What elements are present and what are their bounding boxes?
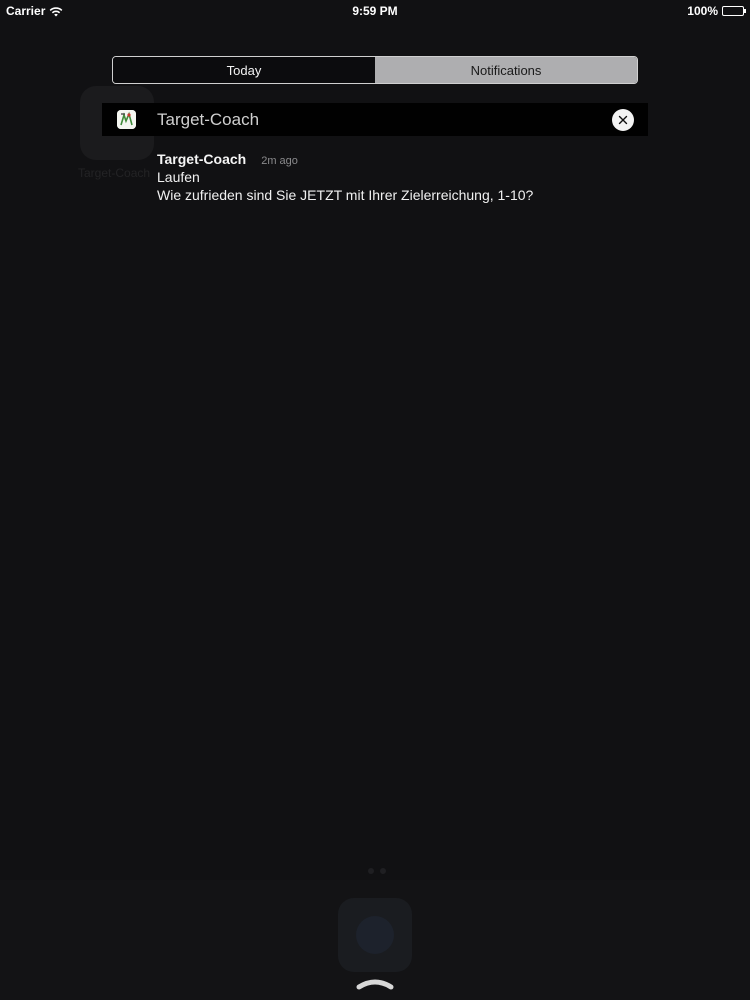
notification-title: Laufen xyxy=(157,169,200,185)
grabber-icon xyxy=(356,979,394,990)
status-bar: Carrier 9:59 PM 100% xyxy=(0,0,750,22)
notification-body: Wie zufrieden sind Sie JETZT mit Ihrer Z… xyxy=(157,187,534,203)
background-app-label: Target-Coach xyxy=(78,166,151,180)
notification-header: Target-Coach 2m ago xyxy=(157,151,717,167)
tab-notifications[interactable]: Notifications xyxy=(375,57,637,83)
notification-app-name: Target-Coach xyxy=(157,151,247,167)
notification-group-header[interactable]: Target-Coach xyxy=(102,103,648,136)
tab-today[interactable]: Today xyxy=(113,57,375,83)
notification-item[interactable]: Target-Coach 2m ago Laufen Wie zufrieden… xyxy=(157,151,717,203)
notification-center: Target-Coach Carrier 9:59 PM 100% Today … xyxy=(0,0,750,1000)
close-icon xyxy=(618,115,628,125)
dismiss-grabber-handle[interactable] xyxy=(355,976,395,990)
notification-timestamp: 2m ago xyxy=(261,155,298,167)
background-dock-app-icon xyxy=(338,898,412,972)
notification-group-title: Target-Coach xyxy=(157,109,260,129)
clear-notifications-button[interactable] xyxy=(612,109,634,131)
status-time: 9:59 PM xyxy=(352,4,398,18)
target-coach-app-icon xyxy=(117,110,136,129)
battery-percentage: 100% xyxy=(687,4,718,18)
battery-indicator: 100% xyxy=(687,4,746,18)
background-page-dots xyxy=(368,868,386,874)
battery-icon xyxy=(722,6,746,16)
view-segmented-control: Today Notifications xyxy=(112,56,638,84)
